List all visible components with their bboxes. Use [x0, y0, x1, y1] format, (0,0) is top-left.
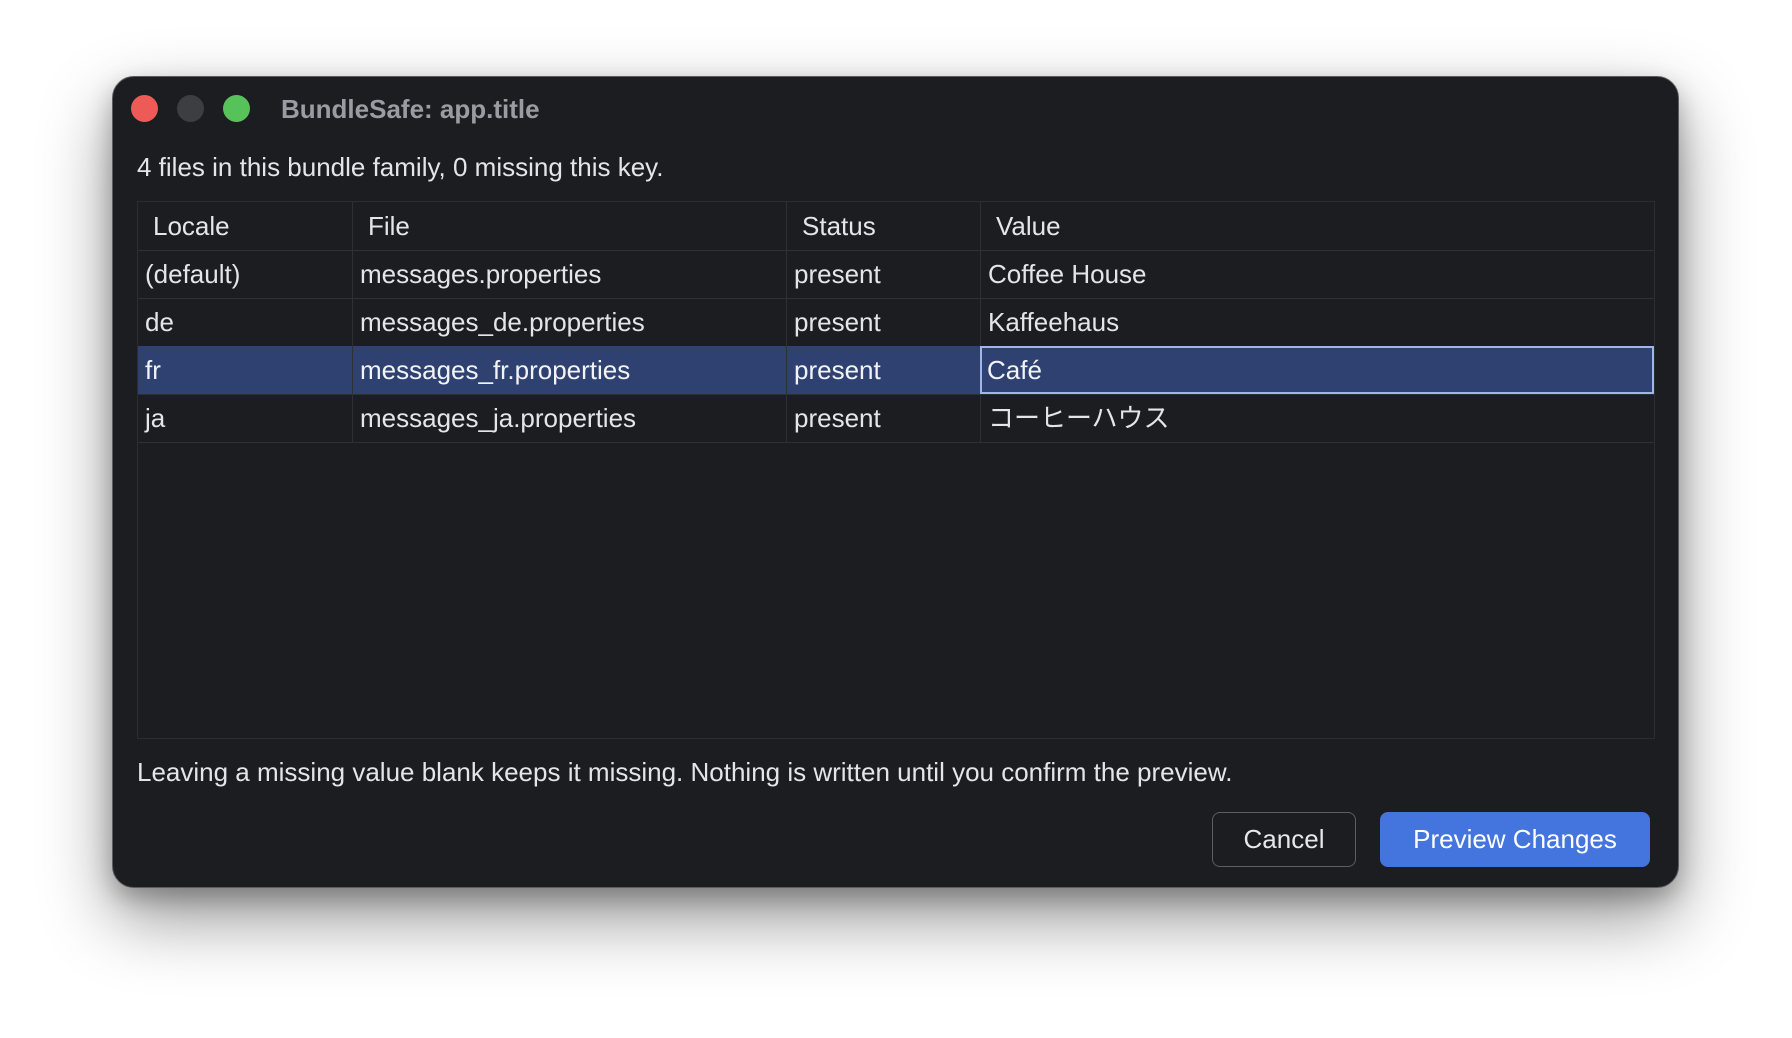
table-header: Locale File Status Value — [138, 202, 1654, 251]
dialog-window: BundleSafe: app.title 4 files in this bu… — [112, 76, 1679, 888]
column-header-file[interactable]: File — [352, 202, 786, 250]
table-row-selected[interactable]: fr messages_fr.properties present Café — [138, 346, 1654, 395]
zoom-window-button[interactable] — [223, 95, 250, 122]
status-cell: present — [786, 298, 980, 346]
window-title: BundleSafe: app.title — [281, 94, 540, 124]
help-text: Leaving a missing value blank keeps it m… — [137, 757, 1233, 787]
file-cell: messages_fr.properties — [352, 346, 786, 394]
close-window-button[interactable] — [131, 95, 158, 122]
status-cell: present — [786, 346, 980, 394]
minimize-window-button[interactable] — [177, 95, 204, 122]
value-cell-focused[interactable]: Café — [980, 346, 1654, 394]
table-row[interactable]: ja messages_ja.properties present コーヒーハウ… — [138, 394, 1654, 443]
value-cell[interactable]: Kaffeehaus — [980, 298, 1654, 346]
file-cell: messages_de.properties — [352, 298, 786, 346]
table-row[interactable]: de messages_de.properties present Kaffee… — [138, 298, 1654, 347]
value-cell[interactable]: Coffee House — [980, 250, 1654, 298]
cancel-button[interactable]: Cancel — [1212, 812, 1356, 867]
title-bar: BundleSafe: app.title — [113, 77, 1678, 141]
bundle-summary: 4 files in this bundle family, 0 missing… — [137, 152, 664, 182]
file-cell: messages.properties — [352, 250, 786, 298]
file-cell: messages_ja.properties — [352, 394, 786, 442]
value-cell[interactable]: コーヒーハウス — [980, 394, 1654, 442]
locale-cell: ja — [145, 403, 166, 433]
status-cell: present — [786, 250, 980, 298]
table-row[interactable]: (default) messages.properties present Co… — [138, 250, 1654, 299]
locale-cell: de — [145, 307, 174, 337]
preview-changes-button[interactable]: Preview Changes — [1380, 812, 1650, 867]
column-header-status[interactable]: Status — [786, 202, 980, 250]
status-cell: present — [786, 394, 980, 442]
column-header-locale[interactable]: Locale — [138, 202, 352, 250]
locale-table: Locale File Status Value (default) messa… — [137, 201, 1655, 739]
column-header-value[interactable]: Value — [980, 202, 1654, 250]
locale-cell: (default) — [145, 259, 241, 289]
locale-cell: fr — [145, 355, 161, 385]
